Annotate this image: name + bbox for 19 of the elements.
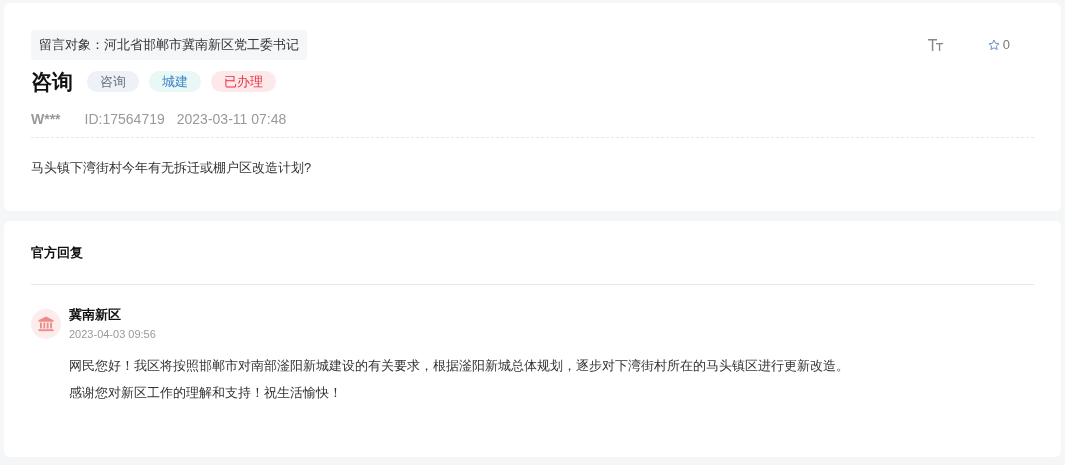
category-tag: 城建 <box>149 70 201 92</box>
reply-heading: 官方回复 <box>31 243 83 262</box>
reply-text: 网民您好！我区将按照邯郸市对南部滏阳新城建设的有关要求，根据滏阳新城总体规划，逐步对下湾街村所在的马头镇区进行更新改造。 <box>69 357 849 375</box>
category-tag: 已办理 <box>211 70 276 92</box>
category-tag: 咨询 <box>87 70 139 92</box>
favorite-button[interactable]: 0 <box>987 35 1010 55</box>
reply-text: 感谢您对新区工作的理解和支持！祝生活愉快！ <box>69 383 343 402</box>
question-text: 马头镇下湾街村今年有无拆迁或棚户区改造计划? <box>31 159 313 177</box>
font-size-icon <box>927 38 944 51</box>
org-name: 冀南新区 <box>69 306 122 324</box>
reply-time: 2023-04-03 09:56 <box>69 326 157 342</box>
message-id: ID:17564719 <box>84 110 165 129</box>
post-time: 2023-03-11 07:48 <box>176 110 287 129</box>
org-avatar-icon <box>31 309 61 339</box>
star-icon <box>987 38 1000 51</box>
recipient-label: 留言对象：河北省邯郸市冀南新区党工委书记 <box>31 30 307 60</box>
author-name: W*** <box>31 110 61 129</box>
font-size-button[interactable] <box>927 38 944 51</box>
question-title: 咨询 <box>31 68 73 95</box>
